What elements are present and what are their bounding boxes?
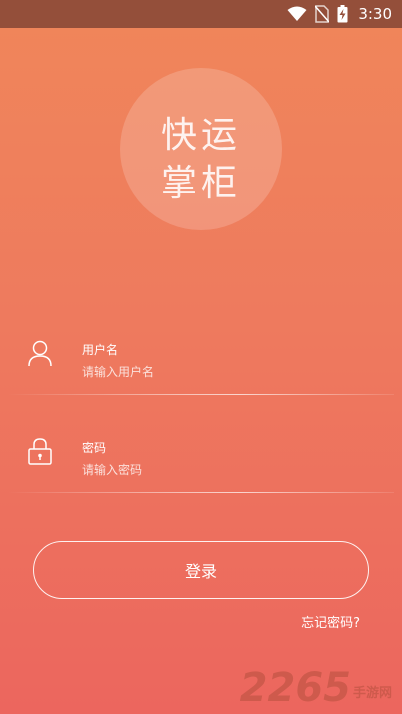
no-sim-icon (315, 5, 330, 23)
wifi-icon (287, 6, 307, 21)
watermark: 2265 手游网 (240, 668, 392, 708)
watermark-number: 2265 (239, 665, 351, 711)
password-field: 密码 (0, 428, 402, 508)
username-divider (8, 394, 394, 395)
username-field: 用户名 (0, 330, 402, 410)
status-bar: 3:30 (0, 0, 402, 28)
username-label: 用户名 (82, 343, 119, 357)
app-logo: 快运 掌柜 (120, 68, 282, 230)
user-icon (28, 340, 52, 367)
password-input[interactable] (82, 460, 372, 480)
logo-text-line2: 掌柜 (160, 163, 241, 204)
status-time: 3:30 (358, 5, 392, 23)
lock-icon (28, 438, 52, 465)
logo-text-line1: 快运 (160, 115, 241, 156)
battery-charging-icon (337, 5, 348, 23)
watermark-text: 手游网 (352, 686, 392, 701)
username-input[interactable] (82, 362, 372, 382)
password-label: 密码 (82, 441, 107, 455)
forgot-password-link[interactable]: 忘记密码? (301, 612, 360, 631)
login-button[interactable]: 登录 (33, 541, 369, 599)
status-icons: 3:30 (287, 4, 392, 24)
password-divider (8, 492, 394, 493)
